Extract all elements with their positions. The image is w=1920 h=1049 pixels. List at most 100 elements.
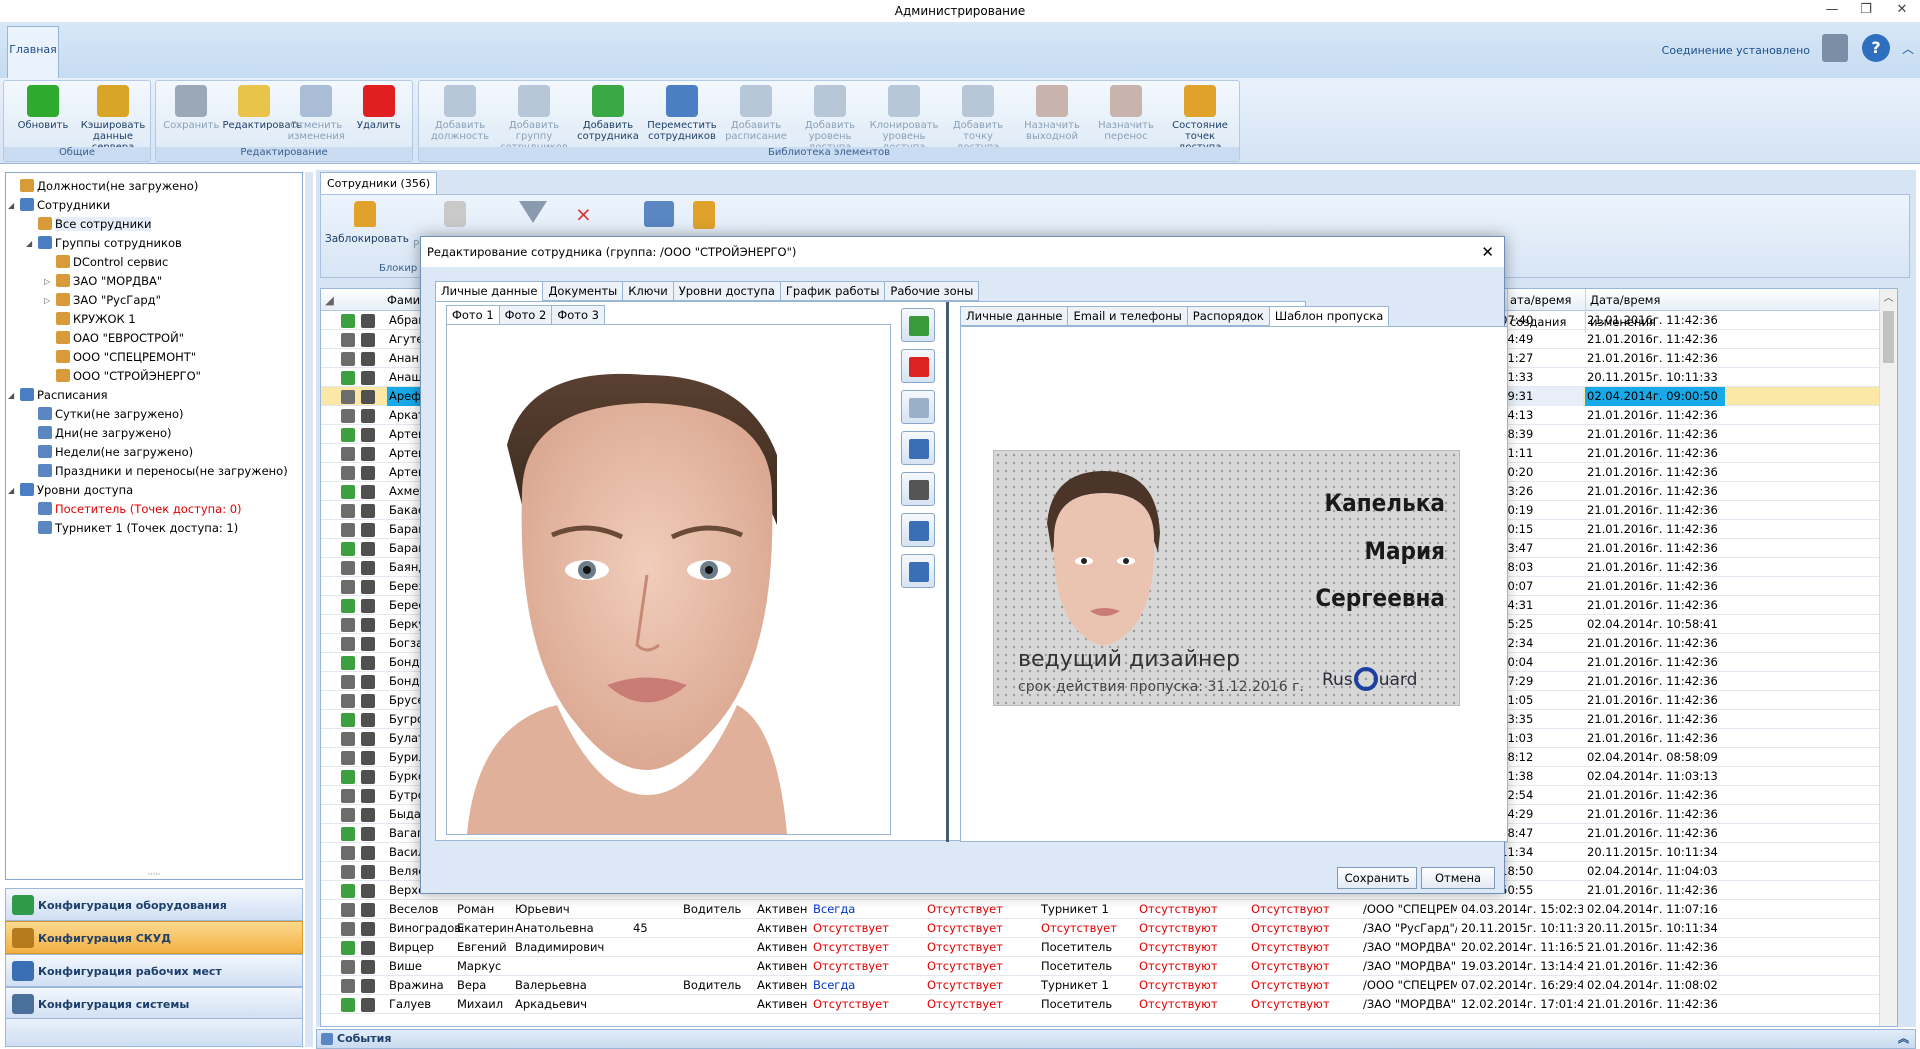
scanner-button[interactable] xyxy=(901,472,935,506)
add-access-point-button[interactable]: Добавить точку доступа xyxy=(941,85,1015,153)
tree-node[interactable]: Посетитель (Точек доступа: 0) xyxy=(6,500,302,519)
help-icon[interactable]: ? xyxy=(1862,34,1890,62)
close-dialog-icon[interactable]: ✕ xyxy=(1481,237,1494,267)
dialog-tab[interactable]: Рабочие зоны xyxy=(884,281,980,301)
assign-dayoff-button[interactable]: Назначить выходной xyxy=(1015,85,1089,142)
collapse-icon[interactable]: ◢ xyxy=(8,386,14,405)
clone-access-level-button[interactable]: Клонировать уровень доступа xyxy=(867,85,941,153)
maximize-button[interactable]: ❐ xyxy=(1848,0,1884,22)
tree-node[interactable]: Сутки(не загружено) xyxy=(6,405,302,424)
dialog-tab[interactable]: Личные данные xyxy=(435,281,544,302)
window-title: Администрирование xyxy=(894,4,1026,18)
save-icon xyxy=(175,85,208,117)
dialog-tab[interactable]: График работы xyxy=(779,281,886,301)
panel-divider[interactable] xyxy=(946,302,949,842)
tree-node[interactable]: Дни(не загружено) xyxy=(6,424,302,443)
filter-icon[interactable] xyxy=(519,201,547,223)
tree-node[interactable]: Турникет 1 (Точек доступа: 1) xyxy=(6,519,302,538)
tree-node[interactable]: Все сотрудники xyxy=(6,215,302,234)
add-employee-button[interactable]: Добавить сотрудника xyxy=(571,85,645,142)
right-tab[interactable]: Личные данные xyxy=(960,306,1069,326)
tree-node[interactable]: КРУЖОК 1 xyxy=(6,310,302,329)
access-point-status-button[interactable]: Состояние точек доступа xyxy=(1163,85,1237,153)
employees-report-icon[interactable] xyxy=(644,201,674,227)
add-schedule-button[interactable]: Добавить расписание xyxy=(719,85,793,142)
clear-filter-icon[interactable]: ⨯ xyxy=(575,201,601,227)
add-position-button[interactable]: Добавить должность xyxy=(423,85,497,142)
tree-node[interactable]: ОАО "ЕВРОСТРОЙ" xyxy=(6,329,302,348)
tree-node[interactable]: ▷ ЗАО "МОРДВА" xyxy=(6,272,302,291)
delete-button[interactable]: Удалить xyxy=(348,85,411,131)
panel-resize-grip[interactable]: ····· xyxy=(6,871,302,879)
employee-card-icon xyxy=(361,789,375,803)
unlock-icon[interactable] xyxy=(444,201,466,227)
image-gallery-button[interactable] xyxy=(901,554,935,588)
scroll-up-icon[interactable]: ︿ xyxy=(1880,289,1897,305)
tree-node[interactable]: ООО "СТРОЙЭНЕРГО" xyxy=(6,367,302,386)
tab-main[interactable]: Главная xyxy=(7,26,59,78)
photo-window-button[interactable] xyxy=(901,431,935,465)
crop-photo-button[interactable] xyxy=(901,390,935,424)
right-tab[interactable]: Шаблон пропуска xyxy=(1268,306,1390,327)
dialog-tab[interactable]: Ключи xyxy=(622,281,674,301)
close-window-button[interactable]: ✕ xyxy=(1884,0,1920,22)
assign-transfer-button[interactable]: Назначить перенос xyxy=(1089,85,1163,142)
right-tab[interactable]: Распорядок xyxy=(1186,306,1270,326)
move-employees-button[interactable]: Переместить сотрудников xyxy=(645,85,719,142)
tree-node[interactable]: Недели(не загружено) xyxy=(6,443,302,462)
table-row[interactable]: Веселов Роман Юрьевич Водитель Активен Всегда… xyxy=(321,900,1897,919)
collapse-icon[interactable]: ◢ xyxy=(26,234,32,253)
employee-status-icon xyxy=(341,960,355,974)
scroll-thumb[interactable] xyxy=(1883,311,1894,363)
save-button[interactable]: Сохранить xyxy=(160,85,223,131)
grid-vertical-scrollbar[interactable]: ︿ xyxy=(1879,289,1897,1026)
nav-section[interactable]: Конфигурация рабочих мест xyxy=(5,954,303,987)
cancel-button[interactable]: Отмена xyxy=(1421,867,1495,889)
dialog-tab[interactable]: Уровни доступа xyxy=(672,281,781,301)
tree-node[interactable]: ◢ Группы сотрудников xyxy=(6,234,302,253)
table-row[interactable]: ВиноградоваЕкатеринаАнатольевна 45 Активен… xyxy=(321,919,1897,938)
lock-button[interactable]: Заблокировать xyxy=(325,201,409,245)
tree-node[interactable]: DControl сервис xyxy=(6,253,302,272)
nav-section[interactable]: Конфигурация СКУД xyxy=(5,921,303,954)
events-panel-bar[interactable]: События ︽ xyxy=(316,1029,1916,1049)
tree-node[interactable]: ◢ Уровни доступа xyxy=(6,481,302,500)
save-button[interactable]: Сохранить xyxy=(1337,867,1417,889)
tree-node[interactable]: ▷ ЗАО "РусГард" xyxy=(6,291,302,310)
minimize-button[interactable]: — xyxy=(1814,0,1850,22)
webcam-button[interactable] xyxy=(901,513,935,547)
add-access-level-button[interactable]: Добавить уровень доступа xyxy=(793,85,867,153)
add-group-button[interactable]: Добавить группу сотрудников xyxy=(497,85,571,153)
photo-tab[interactable]: Фото 2 xyxy=(498,305,553,325)
panel-splitter[interactable] xyxy=(305,172,313,1047)
tab-employees[interactable]: Сотрудники (356) xyxy=(320,172,438,194)
nav-section[interactable]: Конфигурация оборудования xyxy=(5,888,303,921)
table-row[interactable]: Вирцер Евгений Владимирович Активен Отсутств… xyxy=(321,938,1897,957)
refresh-button[interactable]: Обновить xyxy=(8,85,78,131)
dialog-tab[interactable]: Документы xyxy=(542,281,624,301)
right-tab[interactable]: Email и телефоны xyxy=(1067,306,1188,326)
add-photo-button[interactable] xyxy=(901,308,935,342)
edit-button[interactable]: Редактировать xyxy=(223,85,302,131)
door-icon[interactable] xyxy=(693,201,715,229)
tree-node[interactable]: ◢ Расписания xyxy=(6,386,302,405)
undo-button[interactable]: Отменить изменения xyxy=(285,85,348,142)
tree-node[interactable]: ООО "СПЕЦРЕМОНТ" xyxy=(6,348,302,367)
expand-events-icon[interactable]: ︽ xyxy=(1898,1030,1909,1048)
tree-node[interactable]: Праздники и переносы(не загружено) xyxy=(6,462,302,481)
tree-node[interactable]: Должности(не загружено) xyxy=(6,177,302,196)
table-row[interactable]: Галуев Михаил Аркадьевич Активен Отсутствует… xyxy=(321,995,1897,1014)
remove-photo-button[interactable] xyxy=(901,349,935,383)
collapse-icon[interactable]: ◢ xyxy=(8,196,14,215)
table-row[interactable]: Више Маркус Активен Отсутствует Отсутствует П… xyxy=(321,957,1897,976)
table-row[interactable]: Вражина Вера Валерьевна Водитель Активен Всег… xyxy=(321,976,1897,995)
database-cache-button[interactable]: Кэшировать данные сервера xyxy=(78,85,148,153)
tree-node[interactable]: ◢ Сотрудники xyxy=(6,196,302,215)
expand-icon[interactable]: ▷ xyxy=(44,291,50,310)
collapse-ribbon-icon[interactable]: ︿ xyxy=(1902,40,1914,57)
collapse-icon[interactable]: ◢ xyxy=(8,481,14,500)
photo-tab[interactable]: Фото 3 xyxy=(551,305,605,325)
expand-icon[interactable]: ▷ xyxy=(44,272,50,291)
photo-tab[interactable]: Фото 1 xyxy=(446,305,500,326)
nav-section[interactable]: Конфигурация системы xyxy=(5,987,303,1020)
